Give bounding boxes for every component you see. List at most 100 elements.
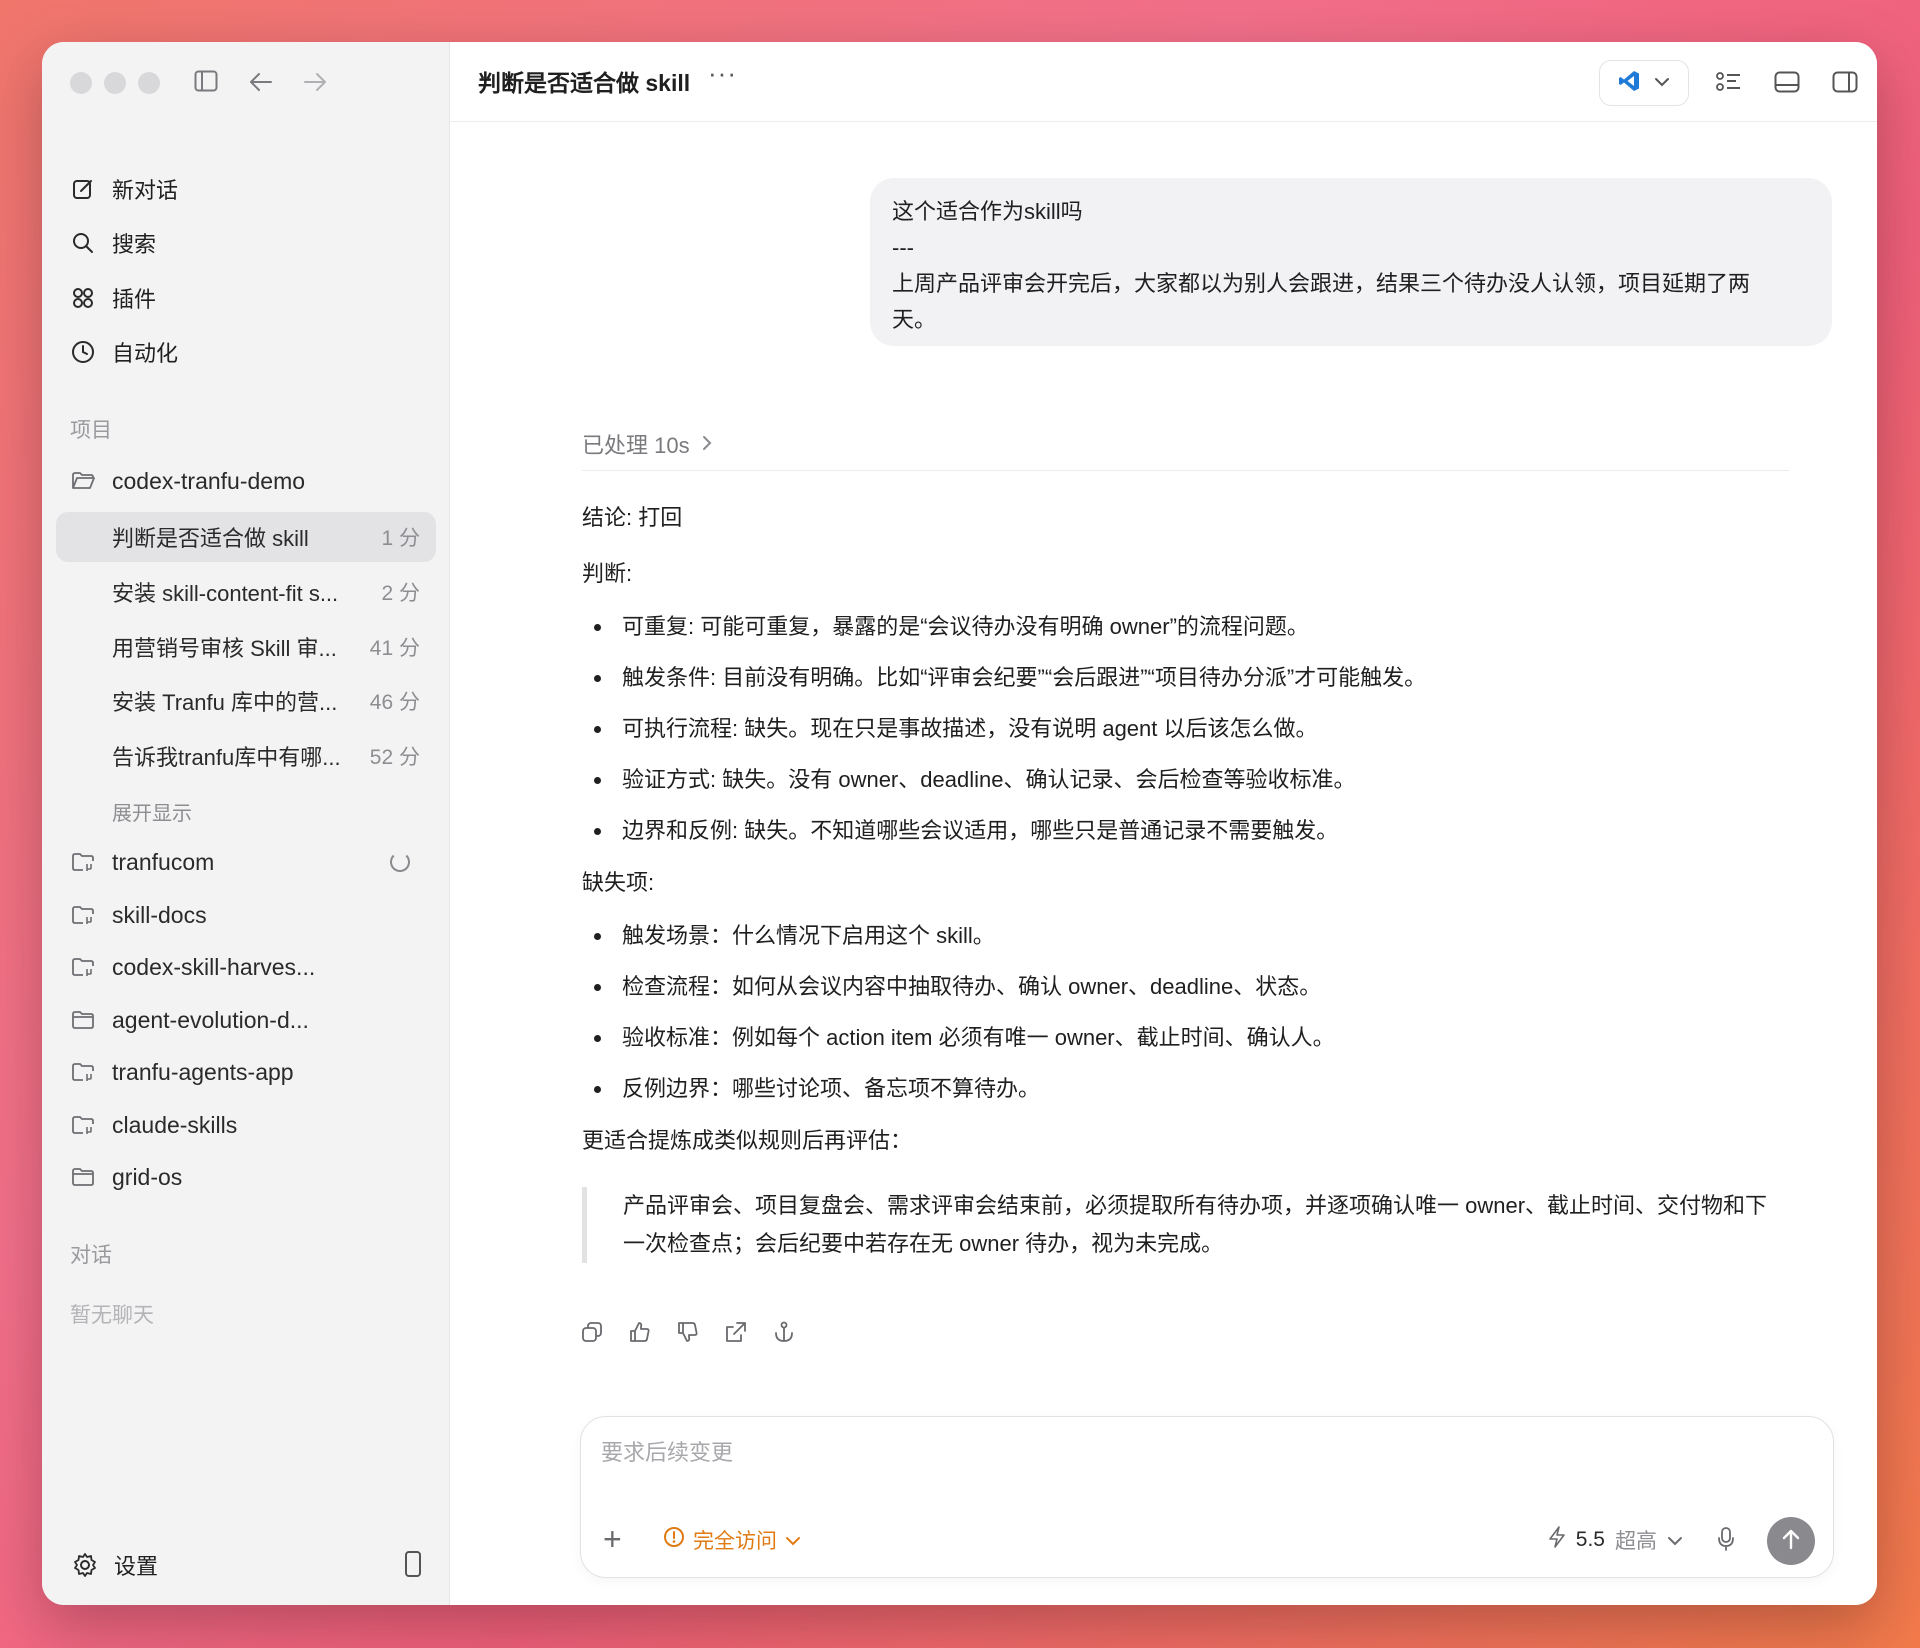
folder-git-icon xyxy=(68,1110,98,1140)
nav-plugins[interactable]: 插件 xyxy=(68,276,156,320)
project-name: tranfucom xyxy=(112,848,215,875)
nav-new-chat[interactable]: 新对话 xyxy=(68,167,178,211)
thread-item[interactable]: 安装 Tranfu 库中的营... 46 分 xyxy=(56,676,436,726)
warning-icon xyxy=(663,1526,685,1554)
access-mode-label: 完全访问 xyxy=(693,1530,777,1553)
missing-list: 触发场景：什么情况下启用这个 skill。 检查流程：如何从会议内容中抽取待办、… xyxy=(582,919,1832,1106)
right-panel-icon[interactable] xyxy=(1827,64,1863,100)
thread-item[interactable]: 用营销号审核 Skill 审... 41 分 xyxy=(56,622,436,672)
thread-age: 2 分 xyxy=(381,582,420,605)
forward-arrow-icon[interactable] xyxy=(298,66,332,100)
copy-icon[interactable] xyxy=(576,1316,608,1348)
project-name: grid-os xyxy=(112,1163,183,1190)
folder-git-icon xyxy=(68,1057,98,1087)
folder-icon xyxy=(68,1162,98,1192)
thumbs-down-icon[interactable] xyxy=(672,1316,704,1348)
project-grid-os[interactable]: grid-os xyxy=(68,1155,428,1199)
user-message: 这个适合作为skill吗 --- 上周产品评审会开完后，大家都以为别人会跟进，结… xyxy=(870,178,1832,346)
search-icon xyxy=(68,228,98,258)
toggle-sidebar-icon[interactable] xyxy=(189,66,223,100)
thread-item-active[interactable]: 判断是否适合做 skill 1 分 xyxy=(56,512,436,562)
nav-new-chat-label: 新对话 xyxy=(112,178,179,203)
projects-section-label: 项目 xyxy=(70,419,112,442)
nav-search[interactable]: 搜索 xyxy=(68,221,156,265)
project-skill-docs[interactable]: skill-docs xyxy=(68,893,428,937)
folder-git-icon xyxy=(68,952,98,982)
nav-automation-label: 自动化 xyxy=(112,341,179,366)
open-in-editor-button[interactable] xyxy=(1599,60,1689,106)
conversation-title: 判断是否适合做 skill xyxy=(478,70,691,96)
thread-item[interactable]: 安装 skill-content-fit s... 2 分 xyxy=(56,567,436,617)
thread-title: 安装 skill-content-fit s... xyxy=(112,581,339,606)
quote-line: 一次检查点；会后纪要中若存在无 owner 待办，视为未完成。 xyxy=(623,1231,1224,1256)
project-tranfucom[interactable]: tranfucom xyxy=(68,840,428,884)
missing-heading: 缺失项: xyxy=(582,870,655,895)
minimize-window-button[interactable] xyxy=(104,72,126,94)
composer-input[interactable]: 要求后续变更 xyxy=(601,1435,733,1467)
microphone-icon[interactable] xyxy=(1713,1525,1739,1553)
arrow-up-icon xyxy=(1781,1528,1801,1555)
back-arrow-icon[interactable] xyxy=(244,66,278,100)
project-codex-tranfu-demo[interactable]: codex-tranfu-demo xyxy=(68,459,428,503)
model-selector[interactable]: 5.5 超高 xyxy=(1548,1525,1683,1555)
user-message-line: 上周产品评审会开完后，大家都以为别人会跟进，结果三个待办没人认领，项目延期了两 xyxy=(892,271,1751,296)
chevron-down-icon xyxy=(1667,1528,1683,1552)
more-options-button[interactable]: ··· xyxy=(708,58,737,89)
clock-icon xyxy=(68,337,98,367)
composer: 要求后续变更 + 完全访问 5.5 超高 xyxy=(580,1416,1834,1578)
zoom-window-button[interactable] xyxy=(138,72,160,94)
folder-icon xyxy=(68,1005,98,1035)
mobile-device-icon[interactable] xyxy=(405,1551,421,1577)
close-window-button[interactable] xyxy=(70,72,92,94)
chevron-down-icon xyxy=(1654,74,1670,92)
project-codex-skill-harves[interactable]: codex-skill-harves... xyxy=(68,945,428,989)
share-icon[interactable] xyxy=(720,1316,752,1348)
folder-git-icon xyxy=(68,847,98,877)
thumbs-up-icon[interactable] xyxy=(624,1316,656,1348)
thread-age: 41 分 xyxy=(369,637,420,660)
rule-quote: 产品评审会、项目复盘会、需求评审会结束前，必须提取所有待办项，并逐项确认唯一 o… xyxy=(582,1187,1832,1263)
checklist-icon[interactable] xyxy=(1711,64,1747,100)
lightning-icon xyxy=(1548,1526,1566,1554)
nav-automation[interactable]: 自动化 xyxy=(68,330,178,374)
project-tranfu-agents-app[interactable]: tranfu-agents-app xyxy=(68,1050,428,1094)
bottom-panel-icon[interactable] xyxy=(1769,64,1805,100)
project-claude-skills[interactable]: claude-skills xyxy=(68,1103,428,1147)
chevron-right-icon xyxy=(702,431,712,457)
processed-toggle[interactable]: 已处理 10s xyxy=(582,428,712,460)
add-attachment-button[interactable]: + xyxy=(603,1523,622,1555)
thread-item[interactable]: 告诉我tranfu库中有哪... 52 分 xyxy=(56,731,436,781)
expand-threads-link[interactable]: 展开显示 xyxy=(112,797,192,826)
message-actions xyxy=(576,1316,800,1348)
chevron-down-icon xyxy=(785,1528,801,1552)
list-item: 可执行流程: 缺失。现在只是事故描述，没有说明 agent 以后该怎么做。 xyxy=(582,712,1832,746)
thread-title: 告诉我tranfu库中有哪... xyxy=(112,745,341,770)
send-button[interactable] xyxy=(1767,1517,1815,1565)
settings-button[interactable]: 设置 xyxy=(70,1549,158,1581)
chats-section-label: 对话 xyxy=(70,1244,112,1267)
no-chats-text: 暂无聊天 xyxy=(70,1304,154,1327)
edit-icon xyxy=(68,174,98,204)
anchor-icon[interactable] xyxy=(768,1316,800,1348)
quote-line: 产品评审会、项目复盘会、需求评审会结束前，必须提取所有待办项，并逐项确认唯一 o… xyxy=(623,1193,1768,1218)
judgment-heading: 判断: xyxy=(582,561,633,586)
model-version: 5.5 xyxy=(1575,1528,1605,1551)
sidebar: 新对话 搜索 插件 自动化 项目 codex-tranfu-demo 判断是否适… xyxy=(42,42,450,1605)
project-name: codex-skill-harves... xyxy=(112,953,316,980)
gear-icon xyxy=(70,1550,100,1580)
vscode-icon xyxy=(1618,70,1640,97)
folder-git-icon xyxy=(68,900,98,930)
project-agent-evolution[interactable]: agent-evolution-d... xyxy=(68,998,428,1042)
thread-age: 1 分 xyxy=(381,527,420,550)
access-mode-dropdown[interactable]: 完全访问 xyxy=(663,1525,801,1555)
list-item: 检查流程：如何从会议内容中抽取待办、确认 owner、deadline、状态。 xyxy=(582,970,1832,1004)
user-message-line: 天。 xyxy=(892,307,937,332)
user-message-line: --- xyxy=(892,235,914,260)
plugin-icon xyxy=(68,283,98,313)
project-name: skill-docs xyxy=(112,901,207,928)
list-item: 边界和反例: 缺失。不知道哪些会议适用，哪些只是普通记录不需要触发。 xyxy=(582,814,1832,848)
thread-title: 判断是否适合做 skill xyxy=(112,526,309,551)
judgment-list: 可重复: 可能可重复，暴露的是“会议待办没有明确 owner”的流程问题。 触发… xyxy=(582,610,1832,848)
nav-plugins-label: 插件 xyxy=(112,287,157,312)
list-item: 验收标准：例如每个 action item 必须有唯一 owner、截止时间、确… xyxy=(582,1021,1832,1055)
